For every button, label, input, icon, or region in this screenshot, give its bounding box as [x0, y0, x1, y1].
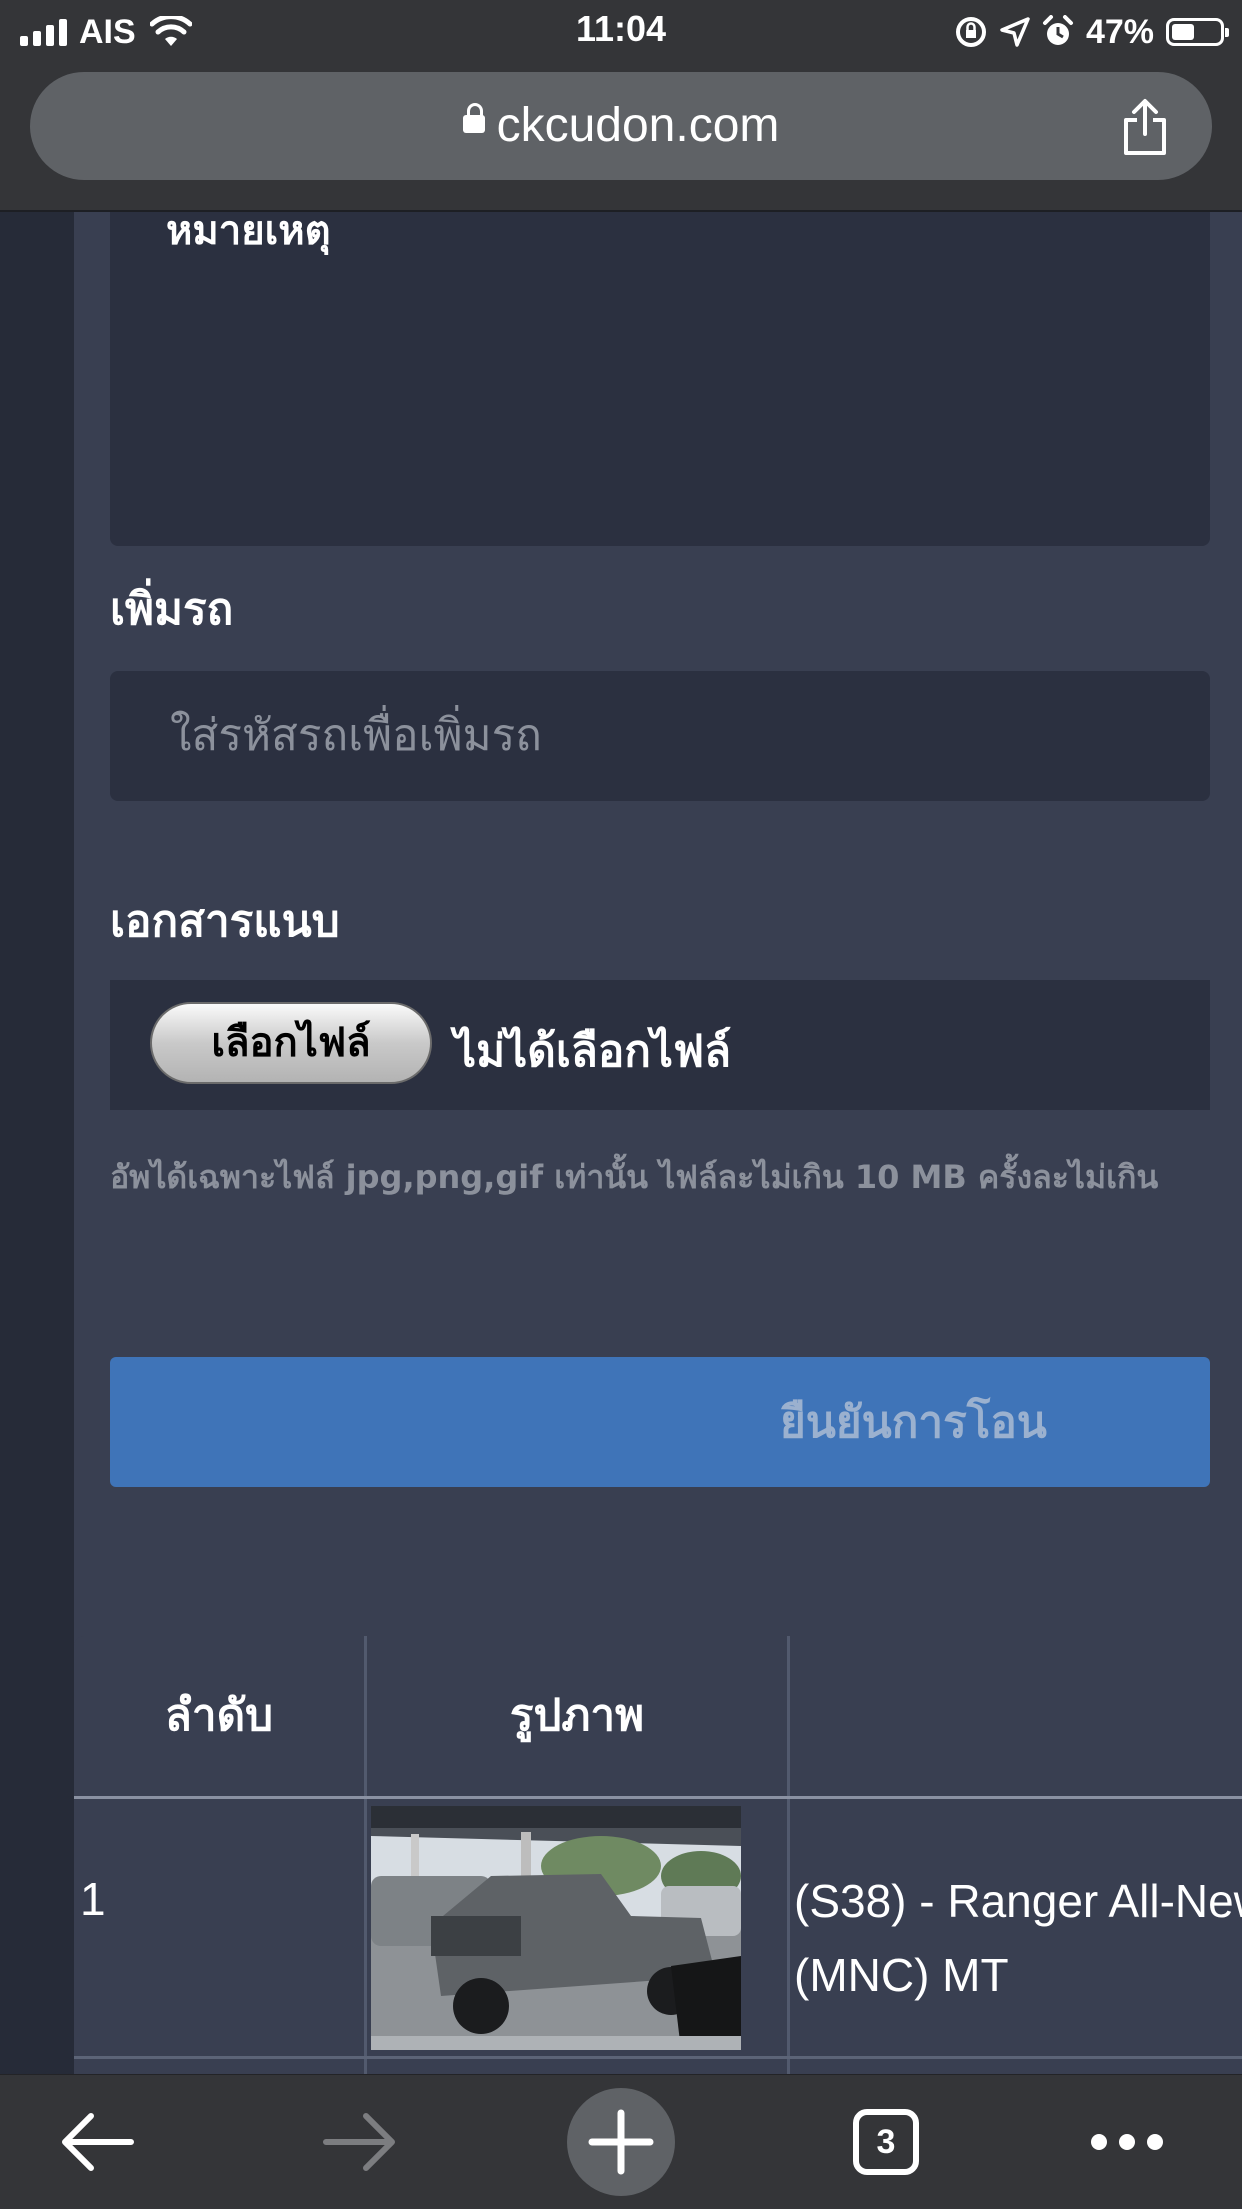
confirm-transfer-button[interactable]: ยืนยันการโอน — [110, 1357, 1210, 1487]
file-upload-field: เลือกไฟล์ ไม่ได้เลือกไฟล์ — [110, 980, 1210, 1110]
lock-icon — [462, 103, 485, 134]
more-icon — [1091, 2134, 1163, 2150]
column-header-image: รูปภาพ — [509, 1690, 645, 1741]
column-divider — [787, 1636, 790, 2074]
url-text: ckcudon.com — [496, 99, 780, 152]
car-table: ลำดับ รูปภาพ 1 (S38) - Ranger All-New (M… — [74, 1636, 1242, 2074]
upload-hint: อัพได้เฉพาะไฟล์ jpg,png,gif เท่านั้น ไฟล… — [110, 1158, 1159, 1196]
car-thumbnail[interactable] — [371, 1806, 741, 2050]
notes-label: หมายเหตุ — [166, 212, 331, 254]
browser-toolbar: 3 — [0, 2074, 1242, 2209]
header-divider — [74, 1796, 1242, 1799]
row-title-line1: (S38) - Ranger All-New — [794, 1875, 1242, 1927]
battery-icon — [1166, 18, 1229, 46]
no-file-text: ไม่ได้เลือกไฟล์ — [454, 1026, 732, 1077]
location-icon — [1000, 17, 1030, 47]
new-tab-button[interactable] — [566, 2075, 676, 2209]
new-tab-icon — [567, 2088, 675, 2196]
back-icon[interactable] — [55, 2075, 139, 2209]
orientation-lock-icon — [955, 17, 986, 47]
alarm-icon — [1042, 15, 1073, 45]
tabs-icon: 3 — [853, 2109, 919, 2175]
share-icon[interactable] — [1120, 98, 1170, 156]
web-content: หมายเหตุ เพิ่มรถ ใส่รหัสรถเพื่อเพิ่มรถ เ… — [0, 212, 1242, 2074]
url-display[interactable]: ckcudon.com — [30, 98, 1212, 153]
choose-file-button[interactable]: เลือกไฟล์ — [150, 1002, 432, 1084]
address-bar[interactable]: ckcudon.com — [30, 72, 1212, 180]
tabs-button[interactable]: 3 — [846, 2075, 926, 2209]
more-button[interactable] — [1082, 2075, 1172, 2209]
car-code-placeholder: ใส่รหัสรถเพื่อเพิ่มรถ — [170, 710, 542, 761]
column-divider — [364, 1636, 367, 2074]
car-code-input[interactable]: ใส่รหัสรถเพื่อเพิ่มรถ — [110, 671, 1210, 801]
browser-address-area: ckcudon.com — [0, 64, 1242, 212]
column-header-index: ลำดับ — [164, 1690, 274, 1741]
row-divider — [74, 2056, 1242, 2059]
row-title-line2: (MNC) MT — [794, 1949, 1009, 2001]
add-car-label: เพิ่มรถ — [110, 584, 234, 635]
notes-textarea[interactable]: หมายเหตุ — [110, 212, 1210, 546]
status-bar: AIS 11:04 47% — [0, 0, 1242, 64]
battery-percent: 47% — [1085, 12, 1154, 51]
column-header-title — [790, 1636, 1242, 1796]
row-index: 1 — [80, 1873, 106, 1925]
attachment-label: เอกสารแนบ — [110, 896, 340, 947]
forward-icon[interactable] — [318, 2075, 402, 2209]
